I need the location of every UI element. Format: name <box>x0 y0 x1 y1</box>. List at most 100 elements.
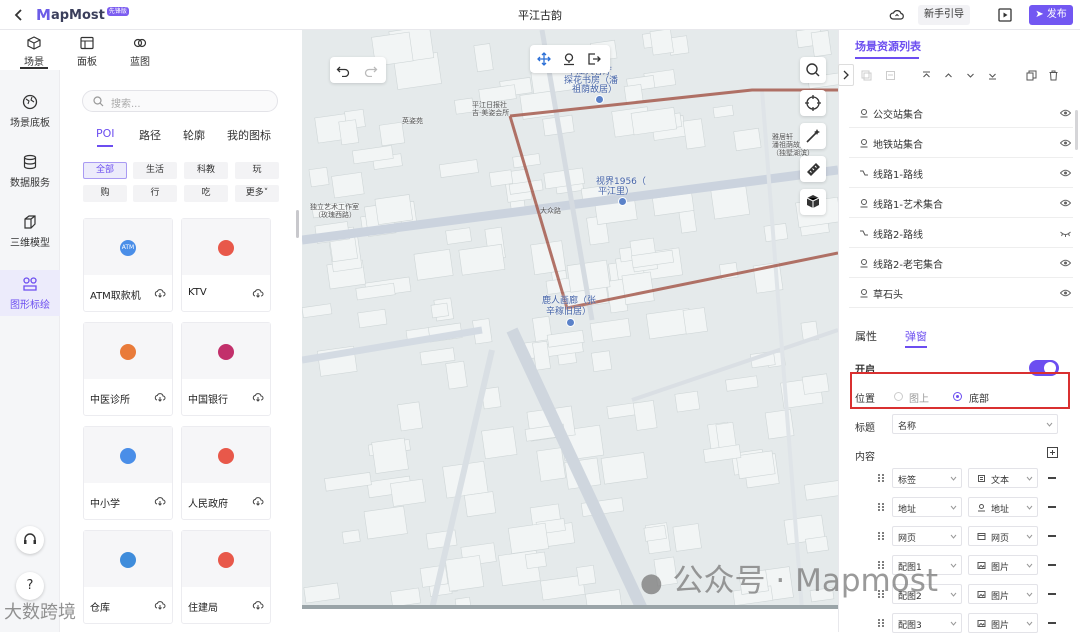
layer-row[interactable]: 线路1-路线 <box>849 158 1073 188</box>
back-arrow-icon[interactable] <box>10 7 28 23</box>
redo-icon[interactable] <box>364 63 378 77</box>
document-title[interactable]: 平江古韵 <box>440 7 640 23</box>
drag-handle-icon[interactable] <box>877 618 885 628</box>
tab-panel[interactable]: 面板 <box>67 36 107 68</box>
layer-row[interactable]: 草石头 <box>849 278 1073 308</box>
map-label[interactable]: 英姿苑 <box>402 116 423 126</box>
remove-row-icon[interactable] <box>1048 564 1056 566</box>
locate-target-icon[interactable] <box>800 90 826 116</box>
search-input[interactable]: 搜索... <box>82 90 278 112</box>
category-tab-route[interactable]: 路径 <box>139 127 161 143</box>
chip-more[interactable]: 更多˅ <box>235 185 279 202</box>
map-label[interactable]: 吉·美姿会所 <box>472 108 509 118</box>
poi-card[interactable]: 仓库 <box>83 530 173 624</box>
content-type-select[interactable]: 图片 <box>968 584 1038 604</box>
content-type-select[interactable]: 图片 <box>968 555 1038 575</box>
map-pin-icon[interactable] <box>595 95 604 104</box>
move-icon[interactable] <box>537 52 551 66</box>
map-viewport[interactable]: 平江大客厅探花书房（潘祖荫故居）视界1956（平江里）鹿人画廊（张辛稼旧居）平江… <box>302 30 838 609</box>
rail-item-data-service[interactable]: 数据服务 <box>0 154 60 189</box>
delete-trash-icon[interactable] <box>1048 70 1059 81</box>
preview-play-icon[interactable] <box>998 8 1012 22</box>
remove-row-icon[interactable] <box>1048 535 1056 537</box>
visibility-toggle[interactable] <box>1060 289 1071 297</box>
panel-title[interactable]: 场景资源列表 <box>855 38 921 54</box>
poi-card[interactable]: ATM ATM取款机 <box>83 218 173 312</box>
content-type-select[interactable]: 文本 <box>968 468 1038 488</box>
drag-handle-icon[interactable] <box>877 502 885 512</box>
layer-row[interactable]: 地铁站集合 <box>849 128 1073 158</box>
tab-properties[interactable]: 属性 <box>855 328 877 344</box>
move-up-icon[interactable] <box>943 70 954 81</box>
place-marker-icon[interactable] <box>562 52 576 66</box>
map-label[interactable]: 鹿人画廊（张 <box>542 296 596 306</box>
content-type-select[interactable]: 图片 <box>968 613 1038 633</box>
layer-row[interactable]: 公交站集合 <box>849 98 1073 128</box>
rail-item-scene-base[interactable]: 场景底板 <box>0 94 60 129</box>
ruler-measure-icon[interactable] <box>800 156 826 182</box>
radio-position-bottom[interactable] <box>953 392 962 401</box>
category-tab-my-icons[interactable]: 我的图标 <box>227 127 271 143</box>
tab-scene[interactable]: 场景 <box>14 36 54 68</box>
layer-row[interactable]: 线路1-艺术集合 <box>849 188 1073 218</box>
cloud-download-icon[interactable] <box>154 392 166 402</box>
content-type-select[interactable]: 网页 <box>968 526 1038 546</box>
move-bottom-icon[interactable] <box>987 70 998 81</box>
map-label[interactable]: 祖荫故居） <box>572 85 617 95</box>
support-headset-icon[interactable] <box>16 526 44 554</box>
collapse-chevron-icon[interactable] <box>838 64 854 86</box>
paste-disabled-icon[interactable] <box>885 70 896 81</box>
visibility-toggle[interactable] <box>1060 109 1071 117</box>
publish-button[interactable]: ➤ 发布 <box>1029 5 1073 25</box>
map-label[interactable]: 辛稼旧居） <box>546 307 591 317</box>
content-field-select[interactable]: 标签 <box>892 468 962 488</box>
move-top-icon[interactable] <box>921 70 932 81</box>
exit-icon[interactable] <box>587 52 601 66</box>
drag-handle-icon[interactable] <box>877 473 885 483</box>
tab-popup[interactable]: 弹窗 <box>905 328 927 344</box>
visibility-toggle[interactable] <box>1060 139 1071 147</box>
cloud-download-icon[interactable] <box>252 496 264 506</box>
rail-item-graphic-plot[interactable]: 图形标绘 <box>0 270 60 316</box>
chip-play[interactable]: 玩 <box>235 162 279 179</box>
remove-row-icon[interactable] <box>1048 593 1056 595</box>
content-field-select[interactable]: 地址 <box>892 497 962 517</box>
chip-eat[interactable]: 吃 <box>184 185 228 202</box>
move-down-icon[interactable] <box>965 70 976 81</box>
add-content-icon[interactable] <box>1047 447 1058 458</box>
poi-card[interactable]: 住建局 <box>181 530 271 624</box>
poi-card[interactable]: 人民政府 <box>181 426 271 520</box>
cloud-download-icon[interactable] <box>252 288 264 298</box>
map-label[interactable]: 大众路 <box>540 206 561 216</box>
cloud-download-icon[interactable] <box>154 496 166 506</box>
map-label[interactable]: 平江里） <box>598 187 634 197</box>
content-field-select[interactable]: 网页 <box>892 526 962 546</box>
poi-card[interactable]: 中小学 <box>83 426 173 520</box>
map-label[interactable]: （玫瑰西路） <box>314 210 356 220</box>
remove-row-icon[interactable] <box>1048 477 1056 479</box>
3d-box-icon[interactable] <box>800 189 826 215</box>
title-select[interactable]: 名称 <box>892 414 1058 434</box>
radio-position-on-map[interactable] <box>894 392 903 401</box>
layer-list-scrollbar[interactable] <box>1075 110 1078 150</box>
cloud-download-icon[interactable] <box>154 288 166 298</box>
visibility-toggle[interactable] <box>1060 229 1071 237</box>
help-question-icon[interactable]: ? <box>16 572 44 600</box>
cloud-download-icon[interactable] <box>252 392 264 402</box>
visibility-toggle[interactable] <box>1060 259 1071 267</box>
cloud-sync-icon[interactable] <box>889 8 905 22</box>
layer-row[interactable]: 线路2-路线 <box>849 218 1073 248</box>
remove-row-icon[interactable] <box>1048 622 1056 624</box>
visibility-toggle[interactable] <box>1060 169 1071 177</box>
copy-disabled-icon[interactable] <box>861 70 872 81</box>
chip-shop[interactable]: 购 <box>83 185 127 202</box>
poi-card[interactable]: 中医诊所 <box>83 322 173 416</box>
chip-science[interactable]: 科教 <box>184 162 228 179</box>
duplicate-icon[interactable] <box>1026 70 1037 81</box>
map-pin-icon[interactable] <box>566 318 575 327</box>
poi-card[interactable]: KTV <box>181 218 271 312</box>
map-search-icon[interactable] <box>800 57 826 83</box>
chip-life[interactable]: 生活 <box>133 162 177 179</box>
content-type-select[interactable]: 地址 <box>968 497 1038 517</box>
poi-card[interactable]: 中国银行 <box>181 322 271 416</box>
